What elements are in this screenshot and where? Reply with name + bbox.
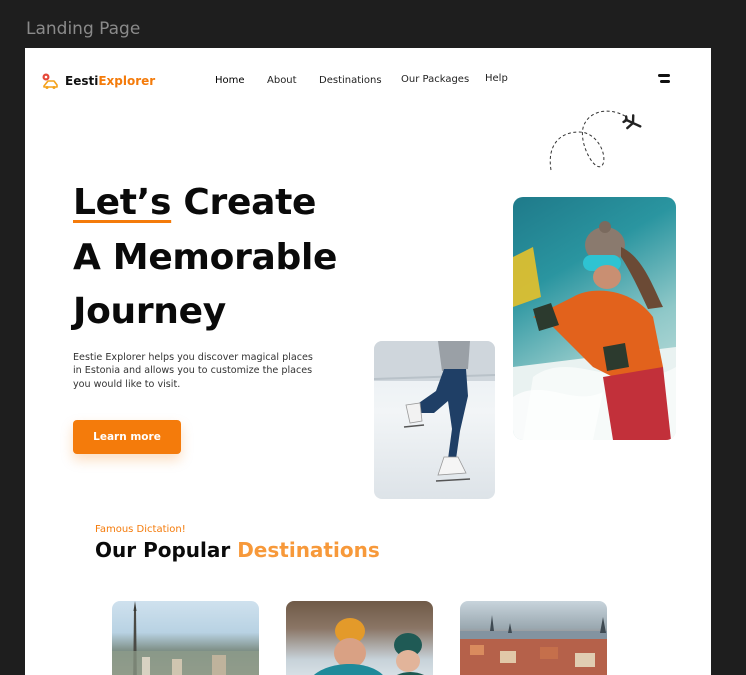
section-title-main: Our Popular — [95, 538, 238, 562]
section-title-accent: Destinations — [237, 538, 380, 562]
hero-title-underlined: Let’s — [73, 182, 172, 223]
airplane-icon — [549, 110, 642, 171]
nav-about-link[interactable]: About — [267, 75, 297, 86]
snowboarding-photo — [513, 197, 676, 440]
nav-destinations-link[interactable]: Destinations — [319, 75, 382, 86]
hero-title-line3: Journey — [73, 291, 226, 332]
nav-help-link[interactable]: Help — [485, 73, 508, 84]
frame-label: Landing Page — [26, 19, 141, 39]
nav-packages-link[interactable]: Our Packages — [401, 74, 469, 85]
logo[interactable]: EestiExplorer — [41, 72, 155, 90]
hero-title-line1: Create — [171, 182, 317, 223]
destination-card[interactable] — [286, 601, 433, 675]
brand-name: EestiExplorer — [65, 74, 155, 88]
brand-name-part1: Eesti — [65, 74, 99, 88]
section-title: Our Popular Destinations — [95, 538, 380, 562]
landing-page-canvas: EestiExplorer Home About Destinations Ou… — [25, 48, 711, 675]
brand-name-part2: Explorer — [98, 74, 156, 88]
section-eyebrow: Famous Dictation! — [95, 524, 186, 535]
hero-title-line2: A Memorable — [73, 236, 338, 278]
learn-more-button[interactable]: Learn more — [73, 420, 181, 454]
destination-card[interactable] — [460, 601, 607, 675]
destination-card[interactable] — [112, 601, 259, 675]
hero-title: Let’s Create A Memorable Journey — [73, 176, 393, 340]
menu-icon[interactable] — [656, 74, 670, 84]
hero-description: Eestie Explorer helps you discover magic… — [73, 352, 313, 390]
nav-home-link[interactable]: Home — [215, 75, 245, 86]
ice-skating-photo — [374, 341, 495, 499]
location-pin-car-icon — [42, 73, 58, 89]
